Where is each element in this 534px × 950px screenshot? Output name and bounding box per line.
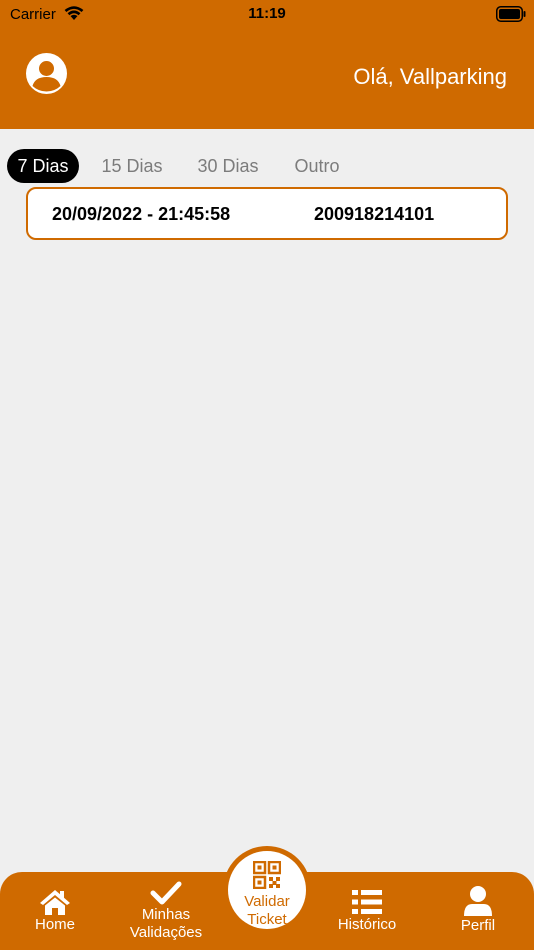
nav-home[interactable]: Home — [20, 872, 90, 950]
user-avatar-icon[interactable] — [26, 53, 67, 94]
nav-profile-label: Perfil — [460, 917, 496, 934]
clock: 11:19 — [248, 5, 286, 22]
validate-ticket-inner: Validar Ticket — [228, 851, 306, 929]
validate-ticket-label-line1: Validar — [244, 893, 290, 910]
tab-outro[interactable]: Outro — [287, 149, 347, 183]
status-bar: Carrier 11:19 — [0, 0, 534, 30]
tab-30-dias[interactable]: 30 Dias — [190, 149, 266, 183]
home-icon — [40, 890, 70, 915]
nav-historico[interactable]: Histórico — [330, 872, 404, 950]
nav-validations-label-line1: Minhas — [141, 906, 191, 923]
tab-7-dias[interactable]: 7 Dias — [7, 149, 79, 183]
validate-ticket-button[interactable]: Validar Ticket — [223, 846, 311, 934]
validate-ticket-label: Validar Ticket — [228, 893, 306, 929]
person-icon — [464, 886, 492, 916]
record-datetime: 20/09/2022 - 21:45:58 — [52, 204, 231, 224]
record-code: 200918214101 — [314, 204, 435, 224]
battery-icon — [496, 6, 526, 26]
list-icon — [352, 890, 382, 914]
nav-minhas-validacoes[interactable]: Minhas Validações — [118, 872, 214, 950]
checkmark-icon — [150, 881, 182, 905]
qr-code-icon — [253, 861, 281, 889]
nav-perfil[interactable]: Perfil — [446, 872, 510, 950]
nav-home-label: Home — [34, 916, 75, 933]
tab-15-dias[interactable]: 15 Dias — [95, 149, 169, 183]
validate-ticket-label-line2: Ticket — [247, 911, 287, 928]
greeting-text: Olá, Vallparking — [353, 64, 507, 89]
nav-validations-label-line2: Validações — [129, 924, 203, 941]
nav-history-label: Histórico — [337, 916, 397, 933]
app-header: Carrier 11:19 Olá, Vallparking — [0, 0, 534, 129]
validation-record[interactable]: 20/09/2022 - 21:45:58 200918214101 — [26, 187, 508, 240]
